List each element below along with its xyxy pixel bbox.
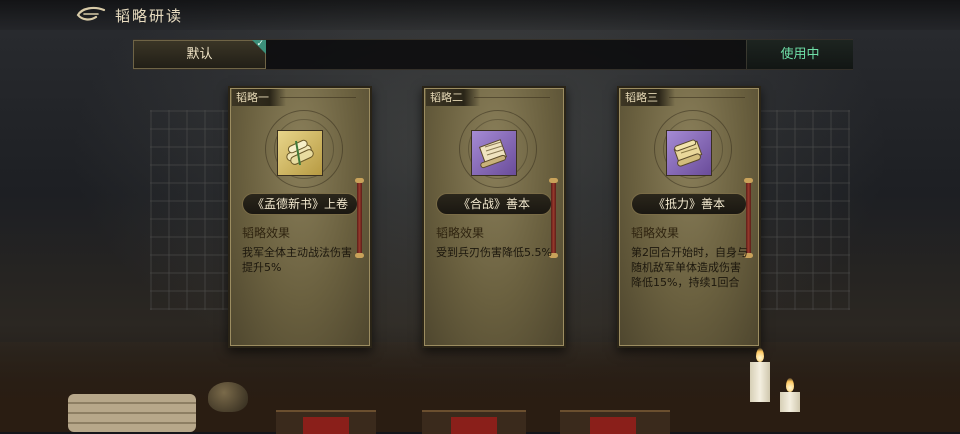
card-tag: 韬略二 xyxy=(426,89,480,106)
candle xyxy=(750,362,770,402)
book-label xyxy=(451,417,497,434)
bamboo-scroll-bundle xyxy=(68,394,196,432)
purple-scroll-icon[interactable] xyxy=(471,130,517,176)
effect-description: 第2回合开始时，自身与随机敌军单体造成伤害降低15%，持续1回合 xyxy=(631,246,748,289)
candle-flame xyxy=(756,348,764,362)
effect-description: 受到兵刃伤害降低5.5% xyxy=(436,246,552,259)
effect-label: 韬略效果 xyxy=(436,226,485,240)
back-button[interactable] xyxy=(76,6,106,24)
candle-flame xyxy=(786,378,794,392)
book xyxy=(560,410,670,434)
strategy-card-3[interactable]: 韬略三 《抵力》善本 韬略效果 第2回合开始时，自身与随机敌军单体造成伤害降低1… xyxy=(617,86,761,348)
strategy-card-2[interactable]: 韬略二 《合战》善本 韬略效果 受到兵刃伤害降低5.5% xyxy=(422,86,566,348)
effect-label: 韬略效果 xyxy=(242,226,291,240)
tab-default[interactable]: 默认 ✓ xyxy=(133,39,266,69)
tab-default-label: 默认 xyxy=(186,47,213,62)
card-tag: 韬略一 xyxy=(232,89,286,106)
card-title: 《合战》善本 xyxy=(436,193,552,215)
book-label xyxy=(303,417,349,434)
divider xyxy=(474,97,550,98)
effect-description: 我军全体主动战法伤害提升5% xyxy=(242,246,352,274)
effect-label: 韬略效果 xyxy=(631,226,680,240)
card-tag: 韬略三 xyxy=(621,89,675,106)
page-title: 韬略研读 xyxy=(115,7,184,25)
book xyxy=(422,410,526,434)
back-arrow-icon xyxy=(76,6,106,21)
top-bar: 韬略研读 xyxy=(0,0,960,30)
gold-scroll-icon[interactable] xyxy=(277,130,323,176)
book-label xyxy=(590,417,636,434)
candle xyxy=(780,392,800,412)
check-icon: ✓ xyxy=(256,39,264,49)
strategy-card-1[interactable]: 韬略一 《孟德新书》上卷 韬略效果 我军全体主动战法伤害提升5% xyxy=(228,86,372,348)
divider xyxy=(669,97,745,98)
book xyxy=(276,410,376,434)
incense-burner xyxy=(208,382,248,412)
strategy-tab-bar: 默认 ✓ 使用中 xyxy=(133,39,853,70)
card-title: 《抵力》善本 xyxy=(631,193,747,215)
card-title: 《孟德新书》上卷 xyxy=(242,193,358,215)
purple-scroll-icon[interactable] xyxy=(666,130,712,176)
divider xyxy=(280,97,356,98)
in-use-status: 使用中 xyxy=(746,40,853,69)
